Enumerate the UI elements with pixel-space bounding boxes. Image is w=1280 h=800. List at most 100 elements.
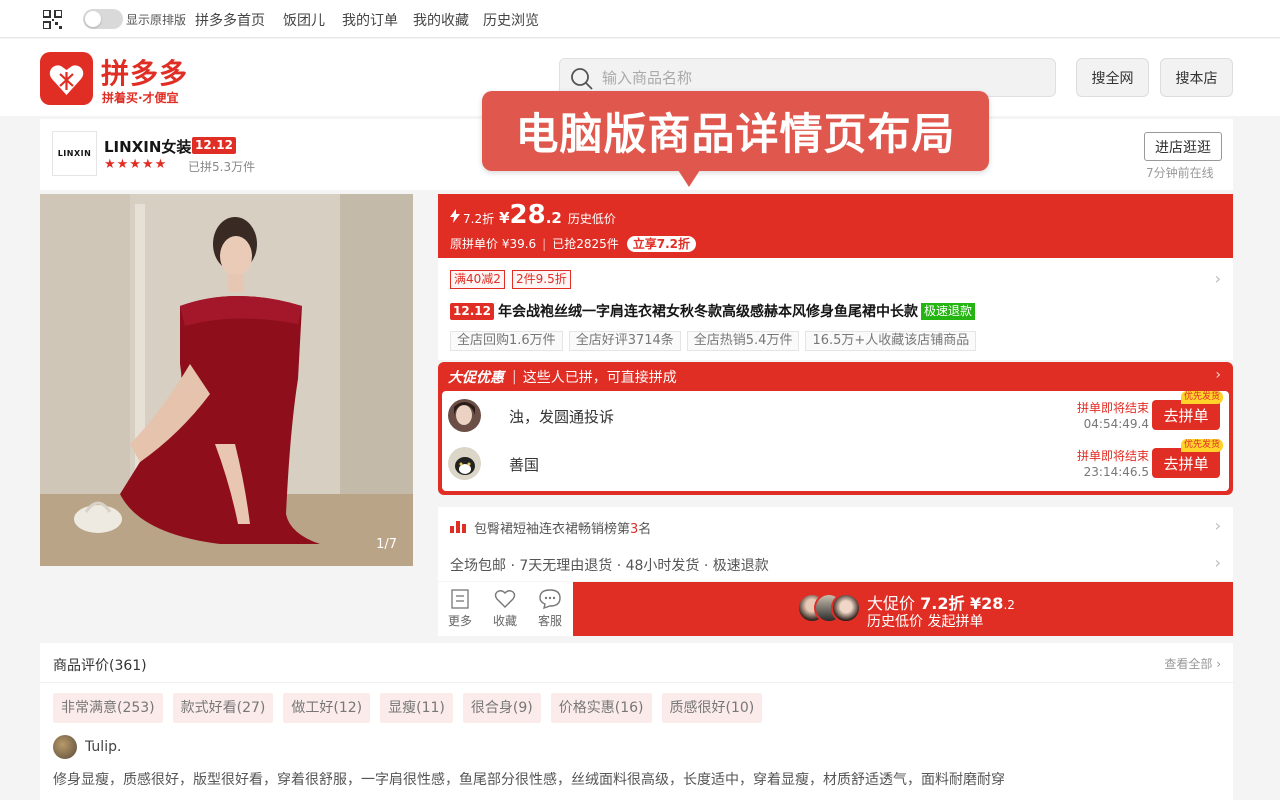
nav-fantuaner[interactable]: 饭团儿 — [283, 10, 325, 30]
start-group-buy-button[interactable]: 大促价 7.2折 ¥28.2 历史低价 发起拼单 — [573, 582, 1233, 636]
original-price: 原拼单价 ¥39.6 — [450, 237, 537, 251]
chevron-right-icon[interactable]: › — [1215, 269, 1221, 288]
image-counter: 1/7 — [376, 537, 397, 552]
more-label: 更多 — [447, 614, 472, 628]
nav-my-orders[interactable]: 我的订单 — [342, 10, 398, 30]
nav-history[interactable]: 历史浏览 — [483, 10, 539, 30]
layout-callout-banner: 电脑版商品详情页布局 — [482, 91, 989, 187]
layout-toggle[interactable] — [83, 9, 123, 29]
pinduoduo-logo-icon[interactable] — [40, 52, 93, 105]
logo-slogan: 拼着买·才便宜 — [102, 91, 179, 105]
nav-my-favorites[interactable]: 我的收藏 — [413, 10, 469, 30]
sales-rank-text: 包臀裙短袖连衣裙畅销榜第3名 — [474, 522, 652, 537]
review-tag[interactable]: 做工好(12) — [283, 693, 371, 723]
title-1212-badge: 12.12 — [450, 302, 494, 320]
coupon-tag[interactable]: 满40减2 — [450, 270, 505, 289]
top-bar: 显示原排版 拼多多首页 饭团儿 我的订单 我的收藏 历史浏览 — [0, 0, 1280, 38]
nav-home[interactable]: 拼多多首页 — [195, 10, 265, 30]
product-info: 满40减2 2件9.5折 › 12.12 年会战袍丝绒一字肩连衣裙女秋冬款高级感… — [438, 258, 1233, 360]
service-guarantee-row[interactable]: 全场包邮 · 7天无理由退货 · 48小时发货 · 极速退款 › — [438, 545, 1233, 581]
buy-subtitle: 历史低价 发起拼单 — [867, 614, 984, 630]
group-status: 拼单即将结束 — [1076, 401, 1149, 415]
join-group-button[interactable]: 去拼单 — [1152, 400, 1220, 430]
more-button[interactable]: 更多 — [440, 589, 480, 629]
review-tag[interactable]: 非常满意(253) — [53, 693, 163, 723]
stat-tag: 全店好评3714条 — [568, 331, 681, 351]
priority-shipping-badge: 优先发货 — [1180, 439, 1223, 452]
customer-service-button[interactable]: 客服 — [530, 589, 570, 629]
customer-service-label: 客服 — [537, 614, 562, 628]
price-integer: 28 — [509, 200, 546, 230]
group-list: 浊，发圆通投诉 拼单即将结束 04:54:49.4 去拼单 优先发货 善国 拼单… — [442, 391, 1229, 491]
avatar — [831, 593, 861, 623]
join-group-button[interactable]: 去拼单 — [1152, 448, 1220, 478]
qr-code-icon[interactable] — [43, 10, 62, 29]
review-tag[interactable]: 显瘦(11) — [380, 693, 453, 723]
group-timer: 04:54:49.4 — [1083, 417, 1149, 431]
chevron-right-icon[interactable]: › — [1215, 367, 1221, 383]
enter-shop-button[interactable]: 进店逛逛 — [1144, 132, 1222, 161]
layout-toggle-label: 显示原排版 — [126, 13, 187, 27]
promo-divider: | — [512, 369, 517, 385]
priority-shipping-badge: 优先发货 — [1180, 391, 1223, 404]
review-tag[interactable]: 款式好看(27) — [172, 693, 274, 723]
price-bar: 7.2折 ¥ 28 .2 历史低价 原拼单价 ¥39.6 | 已抢2825件 立… — [438, 194, 1233, 258]
lightning-icon — [450, 209, 460, 223]
chevron-right-icon[interactable]: › — [1215, 516, 1221, 535]
sold-count: 已抢2825件 — [552, 237, 619, 251]
sales-rank-row[interactable]: 包臀裙短袖连衣裙畅销榜第3名 › — [438, 507, 1233, 545]
reviewer-name: Tulip. — [85, 739, 122, 755]
price-currency: ¥ — [499, 209, 510, 227]
coupon-tag[interactable]: 2件9.5折 — [512, 270, 571, 289]
reviews-title: 商品评价(361) — [53, 658, 147, 674]
promo-subtitle: 这些人已拼，可直接拼成 — [522, 370, 677, 386]
reviews-section: 商品评价(361) 查看全部 › 非常满意(253) 款式好看(27) 做工好(… — [40, 643, 1233, 800]
review-text: 修身显瘦，质感很好，版型很好看，穿着很舒服，一字肩很性感，鱼尾部分很性感，丝绒面… — [53, 772, 1005, 788]
search-shop-button[interactable]: 搜本店 — [1160, 58, 1233, 97]
favorite-button[interactable]: 收藏 — [485, 589, 525, 629]
shop-sold-count: 已拼5.3万件 — [188, 160, 256, 174]
price-decimal: .2 — [545, 209, 562, 227]
reviewer: Tulip. — [53, 735, 121, 759]
price-label: 历史低价 — [567, 212, 616, 226]
rank-chart-icon — [450, 521, 466, 533]
discount-tag: 立享7.2折 — [626, 235, 697, 252]
shop-online-status: 7分钟前在线 — [1146, 166, 1214, 180]
stat-tag: 全店回购1.6万件 — [450, 331, 563, 351]
more-icon — [451, 589, 469, 609]
heart-icon — [494, 590, 516, 608]
avatar — [448, 399, 481, 432]
search-all-button[interactable]: 搜全网 — [1076, 58, 1149, 97]
shop-1212-badge: 12.12 — [192, 137, 236, 154]
group-timer: 23:14:46.5 — [1083, 465, 1149, 479]
group-status: 拼单即将结束 — [1076, 449, 1149, 463]
fast-refund-badge: 极速退款 — [920, 302, 975, 320]
shop-logo[interactable]: LINXIN — [52, 131, 97, 176]
view-all-reviews-link[interactable]: 查看全部 › — [1164, 655, 1221, 672]
avatar — [448, 447, 481, 480]
buyer-avatars — [797, 593, 861, 625]
group-leader-name: 善国 — [509, 456, 540, 474]
review-tag[interactable]: 价格实惠(16) — [550, 693, 652, 723]
group-leader-name: 浊，发圆通投诉 — [509, 408, 615, 426]
shop-rating-stars-icon: ★★★★★ — [104, 157, 168, 172]
review-tag[interactable]: 质感很好(10) — [661, 693, 763, 723]
group-row: 善国 拼单即将结束 23:14:46.5 去拼单 优先发货 — [442, 439, 1229, 487]
price-discount: 7.2折 — [463, 212, 495, 226]
avatar — [53, 735, 77, 759]
shop-name[interactable]: LINXIN女装 — [104, 136, 191, 157]
promo-group-panel: 大促优惠 | 这些人已拼，可直接拼成 › 浊，发圆通投诉 拼单即将结束 04:5… — [438, 362, 1233, 495]
product-image[interactable]: 1/7 — [40, 194, 413, 566]
search-icon — [571, 68, 593, 90]
logo-text: 拼多多 — [101, 57, 189, 90]
chevron-right-icon[interactable]: › — [1215, 553, 1221, 572]
stat-tag: 全店热销5.4万件 — [686, 331, 800, 351]
action-bar: 更多 收藏 客服 大促价 7.2折 ¥28.2 历史低价 发起拼单 — [438, 582, 1233, 636]
chat-icon — [539, 589, 561, 609]
group-row: 浊，发圆通投诉 拼单即将结束 04:54:49.4 去拼单 优先发货 — [442, 391, 1229, 439]
review-tag[interactable]: 很合身(9) — [462, 693, 541, 723]
promo-title: 大促优惠 — [448, 370, 504, 386]
product-title: 年会战袍丝绒一字肩连衣裙女秋冬款高级感赫本风修身鱼尾裙中长款 — [497, 304, 918, 320]
price-separator: | — [542, 236, 547, 251]
favorite-label: 收藏 — [492, 614, 517, 628]
